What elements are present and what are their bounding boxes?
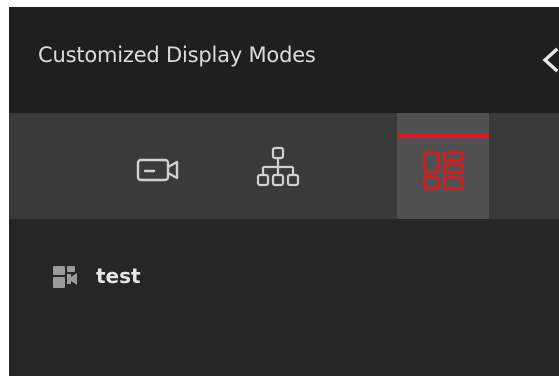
org-tree-icon [256,146,300,187]
layout-grid-icon [422,150,464,190]
customized-display-modes-panel: Customized Display Modes test [9,7,559,376]
camera-icon [136,158,179,182]
panel-header: Customized Display Modes [9,7,559,113]
collapse-button[interactable] [539,47,559,73]
tab-camera[interactable] [112,113,202,219]
chevron-left-icon [542,47,559,73]
active-tab-indicator [397,133,489,138]
mode-tab-bar [9,113,559,219]
tab-organization[interactable] [232,113,322,219]
tab-customized-display-modes[interactable] [397,113,489,219]
display-mode-list: test [9,219,559,376]
list-item[interactable]: test [53,262,253,292]
panel-title: Customized Display Modes [38,43,316,67]
display-mode-icon [53,266,77,288]
list-item-label: test [96,264,141,288]
